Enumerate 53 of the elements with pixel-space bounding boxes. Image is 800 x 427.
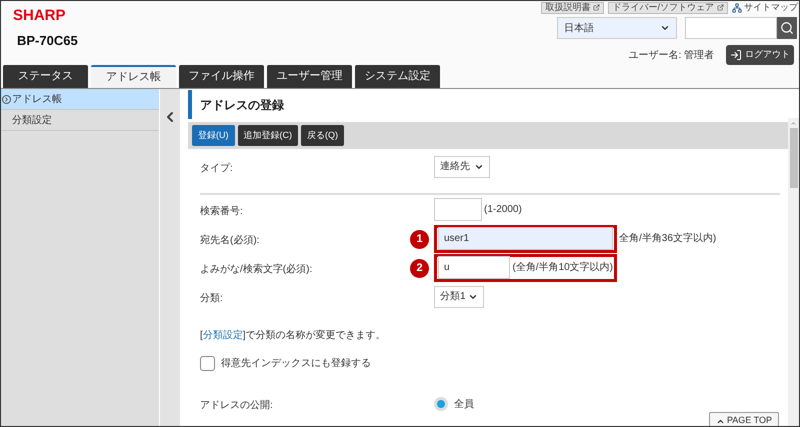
user-name-text: ユーザー名: 管理者	[628, 48, 714, 62]
nav-tab[interactable]: ファイル操作	[179, 65, 264, 88]
scroll-thumb[interactable]	[790, 128, 798, 188]
hint-text: 全角/半角36文字以内)	[619, 232, 716, 246]
field-label: 検索番号:	[200, 206, 243, 216]
model-name: BP-70C65	[17, 32, 78, 50]
input-field[interactable]: user1	[438, 227, 613, 250]
radio-label: 全員	[454, 398, 474, 412]
sidebar-item[interactable]: 分類設定	[1, 110, 159, 131]
input-field[interactable]	[434, 198, 482, 221]
toolbar-button[interactable]: 追加登録(C)	[238, 125, 298, 146]
dropdown[interactable]: 分類1	[434, 286, 484, 308]
field-label: 分類:	[200, 292, 223, 304]
nav-tab[interactable]: ステータス	[3, 65, 88, 88]
field-label: よみがな/検索文字(必須):	[200, 264, 312, 274]
checkbox-label: 得意先インデックスにも登録する	[221, 356, 371, 370]
toolbar-button[interactable]: 戻る(Q)	[301, 125, 344, 146]
language-select[interactable]: 日本語	[557, 17, 677, 39]
page-title: アドレスの登録	[200, 96, 284, 114]
dropdown[interactable]: 連絡先	[434, 156, 490, 178]
caret-icon	[660, 23, 670, 33]
nav-tab[interactable]: ユーザー管理	[267, 65, 352, 88]
hint-text: (全角/半角10文字以内)	[512, 260, 613, 275]
step-number: 2	[410, 258, 429, 278]
note-text: [分類設定]で分類の名称が変更できます。	[200, 328, 386, 342]
checkbox[interactable]	[200, 356, 215, 370]
input-field[interactable]: u	[438, 256, 510, 279]
search-button[interactable]	[777, 17, 797, 39]
search-icon	[780, 21, 794, 35]
external-link-icon	[717, 4, 724, 11]
toolbar-button[interactable]: 登録(U)	[192, 125, 234, 146]
sitemap-icon	[732, 2, 742, 12]
field-label: タイプ:	[200, 162, 233, 174]
logout-button[interactable]: ログアウト	[726, 45, 794, 65]
step-number: 1	[410, 230, 429, 248]
radio-button[interactable]	[434, 397, 448, 411]
field-label: アドレスの公開:	[200, 400, 273, 411]
sitemap-link[interactable]: サイトマップ	[732, 2, 798, 12]
nav-tab[interactable]: システム設定	[355, 65, 440, 88]
search-field[interactable]	[685, 17, 777, 39]
header-link[interactable]: ドライバー/ソフトウェア	[608, 2, 728, 14]
field-label: 宛先名(必須):	[200, 234, 260, 246]
logo: SHARP	[13, 7, 67, 25]
hint-text: (1-2000)	[484, 203, 522, 217]
header-link[interactable]: 取扱説明書	[541, 2, 604, 14]
scroll-up-icon	[790, 120, 797, 127]
page-top-button[interactable]: PAGE TOP	[708, 412, 779, 426]
settings-link[interactable]: 分類設定	[202, 330, 243, 340]
logout-icon	[730, 49, 742, 61]
nav-tab[interactable]: アドレス帳	[91, 65, 176, 88]
sidebar-item[interactable]: アドレス帳	[1, 89, 159, 110]
external-link-icon	[593, 4, 600, 11]
collapse-button[interactable]	[160, 89, 180, 426]
